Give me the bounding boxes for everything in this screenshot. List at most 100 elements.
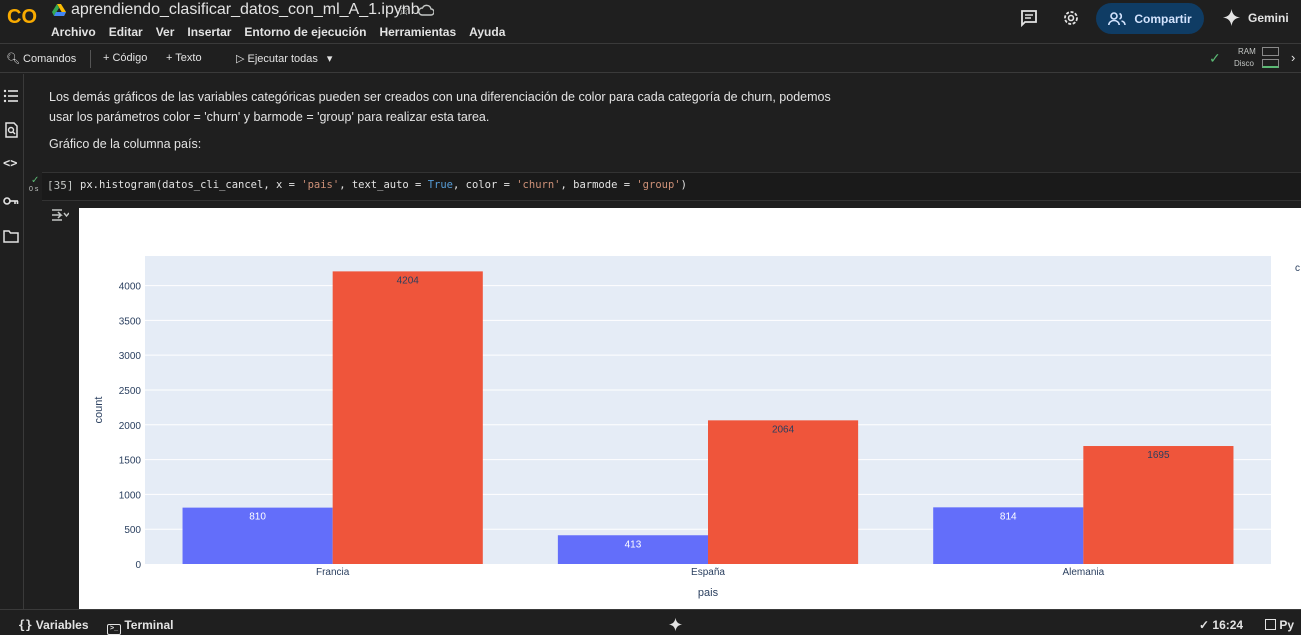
histogram-chart[interactable]: 0 500 1000 1500 2000 2500 3000 3500 4000 810 4204 F… bbox=[79, 208, 1301, 609]
clock-time: 16:24 bbox=[1212, 618, 1244, 632]
menu-archivo[interactable]: Archivo bbox=[51, 25, 96, 39]
bar-value-label: 413 bbox=[625, 539, 642, 550]
bar-value-label: 2064 bbox=[772, 424, 795, 435]
secrets-key-icon[interactable] bbox=[3, 193, 19, 209]
commands-button[interactable]: 🔍︎ Comandos bbox=[6, 52, 76, 65]
notebook-toolbar: 🔍︎ Comandos + Código + Texto ▷ Ejecutar … bbox=[0, 43, 1301, 73]
chevron-down-icon[interactable]: ▾ bbox=[327, 53, 333, 65]
run-success-check-icon: ✓ bbox=[31, 175, 40, 186]
menu-ayuda[interactable]: Ayuda bbox=[469, 25, 505, 39]
code-keyword-token: True bbox=[427, 179, 454, 191]
gemini-label: Gemini bbox=[1248, 10, 1289, 25]
left-rail: <> bbox=[0, 74, 24, 609]
status-bar: {} Variables >_ Terminal ✓ 16:24 Py bbox=[0, 609, 1301, 635]
people-icon bbox=[1108, 11, 1127, 25]
ram-usage-bar bbox=[1262, 47, 1279, 56]
table-of-contents-icon[interactable] bbox=[3, 88, 19, 104]
top-bar: CO aprendiendo_clasificar_datos_con_ml_A… bbox=[0, 0, 1301, 43]
add-code-button[interactable]: + Código bbox=[103, 52, 147, 64]
menu-entorno[interactable]: Entorno de ejecución bbox=[244, 25, 366, 39]
svg-text:CO: CO bbox=[7, 6, 37, 28]
collapse-chevron-icon[interactable]: › bbox=[1291, 50, 1295, 65]
gemini-sparkle-icon bbox=[1222, 8, 1241, 27]
run-all-button[interactable]: ▷ Ejecutar todas ▾ bbox=[236, 52, 332, 65]
bar bbox=[708, 420, 859, 564]
bar-value-label: 810 bbox=[249, 512, 266, 523]
menu-bar: Archivo Editar Ver Insertar Entorno de e… bbox=[51, 25, 518, 39]
menu-editar[interactable]: Editar bbox=[109, 25, 143, 39]
runtime-status[interactable]: ✓ 16:24 bbox=[1199, 618, 1243, 632]
gemini-button[interactable]: Gemini bbox=[1222, 8, 1289, 27]
code-snippets-icon[interactable]: <> bbox=[3, 156, 19, 172]
y-tick-label: 0 bbox=[135, 560, 141, 571]
ram-label: RAM bbox=[1238, 47, 1256, 56]
y-tick-label: 2000 bbox=[119, 421, 142, 432]
y-tick-label: 3500 bbox=[119, 316, 142, 327]
disk-usage-bar bbox=[1262, 59, 1279, 68]
runtime-label: Py bbox=[1279, 618, 1295, 632]
code-editor[interactable]: px.histogram(datos_cli_cancel, x = 'pais… bbox=[80, 179, 687, 191]
cell-output: 0 500 1000 1500 2000 2500 3000 3500 4000 810 4204 F… bbox=[79, 208, 1301, 609]
subheading: Gráfico de la columna país: bbox=[49, 137, 202, 151]
bar-value-label: 4204 bbox=[397, 275, 420, 286]
y-tick-label: 500 bbox=[124, 525, 141, 536]
add-text-button[interactable]: + Texto bbox=[166, 52, 202, 64]
y-axis-title: count bbox=[93, 397, 105, 424]
resource-monitor[interactable]: RAM Disco bbox=[1234, 46, 1256, 70]
cloud-saved-icon[interactable] bbox=[418, 3, 434, 17]
files-folder-icon[interactable] bbox=[3, 228, 19, 244]
paragraph-line-1: Los demás gráficos de las variables cate… bbox=[49, 90, 831, 104]
bar bbox=[1083, 446, 1234, 564]
paragraph-line-2: usar los parámetros color = 'churn' y ba… bbox=[49, 110, 490, 124]
share-button[interactable]: Compartir bbox=[1096, 3, 1204, 34]
play-icon: ▷ bbox=[236, 53, 245, 65]
code-token: , barmode = bbox=[560, 179, 637, 191]
y-tick-label: 2500 bbox=[119, 386, 142, 397]
search-icon: 🔍︎ bbox=[6, 53, 20, 65]
run-all-label: Ejecutar todas bbox=[247, 53, 318, 65]
bar-value-label: 1695 bbox=[1147, 450, 1170, 461]
y-tick-label: 1000 bbox=[119, 490, 142, 501]
x-tick-label: Francia bbox=[316, 567, 350, 578]
x-tick-label: Alemania bbox=[1062, 567, 1104, 578]
bar-value-label: 814 bbox=[1000, 511, 1017, 522]
runtime-type[interactable]: Py bbox=[1265, 618, 1294, 632]
comments-icon[interactable] bbox=[1019, 8, 1039, 28]
y-tick-label: 3000 bbox=[119, 351, 142, 362]
code-token: , color = bbox=[453, 179, 517, 191]
menu-herramientas[interactable]: Herramientas bbox=[379, 25, 456, 39]
markdown-cell[interactable]: Los demás gráficos de las variables cate… bbox=[49, 87, 869, 154]
execution-count[interactable]: [35] bbox=[47, 179, 74, 192]
gemini-sparkle-icon[interactable] bbox=[668, 617, 683, 632]
code-string-token: 'group' bbox=[636, 179, 681, 191]
check-icon: ✓ bbox=[1199, 618, 1210, 632]
drive-icon bbox=[52, 4, 66, 16]
braces-icon: {} bbox=[18, 618, 33, 632]
find-replace-icon[interactable] bbox=[3, 122, 19, 138]
code-string-token: 'churn' bbox=[516, 179, 561, 191]
x-axis-title: pais bbox=[698, 587, 719, 599]
menu-insertar[interactable]: Insertar bbox=[187, 25, 231, 39]
colab-logo[interactable]: CO bbox=[6, 4, 40, 28]
code-token: ) bbox=[680, 179, 687, 191]
variables-button[interactable]: {} Variables bbox=[18, 618, 89, 632]
code-token: , text_auto = bbox=[339, 179, 428, 191]
terminal-button[interactable]: >_ Terminal bbox=[107, 618, 173, 635]
variables-label: Variables bbox=[35, 618, 89, 632]
connected-check-icon[interactable]: ✓ bbox=[1209, 50, 1221, 67]
notebook-title[interactable]: aprendiendo_clasificar_datos_con_ml_A_1.… bbox=[71, 1, 420, 19]
star-icon[interactable]: ☆ bbox=[397, 1, 410, 19]
terminal-label: Terminal bbox=[124, 618, 174, 632]
disk-label: Disco bbox=[1234, 59, 1255, 68]
bar bbox=[332, 271, 483, 564]
menu-ver[interactable]: Ver bbox=[156, 25, 175, 39]
y-tick-label: 1500 bbox=[119, 456, 142, 467]
output-actions-icon[interactable] bbox=[51, 208, 69, 222]
runtime-icon bbox=[1265, 619, 1276, 630]
x-tick-label: España bbox=[691, 567, 725, 578]
settings-gear-icon[interactable] bbox=[1061, 8, 1081, 28]
legend-title: c bbox=[1295, 263, 1300, 274]
exec-time: 0 s bbox=[29, 186, 39, 193]
toolbar-divider bbox=[90, 50, 91, 68]
terminal-icon: >_ bbox=[107, 624, 121, 635]
